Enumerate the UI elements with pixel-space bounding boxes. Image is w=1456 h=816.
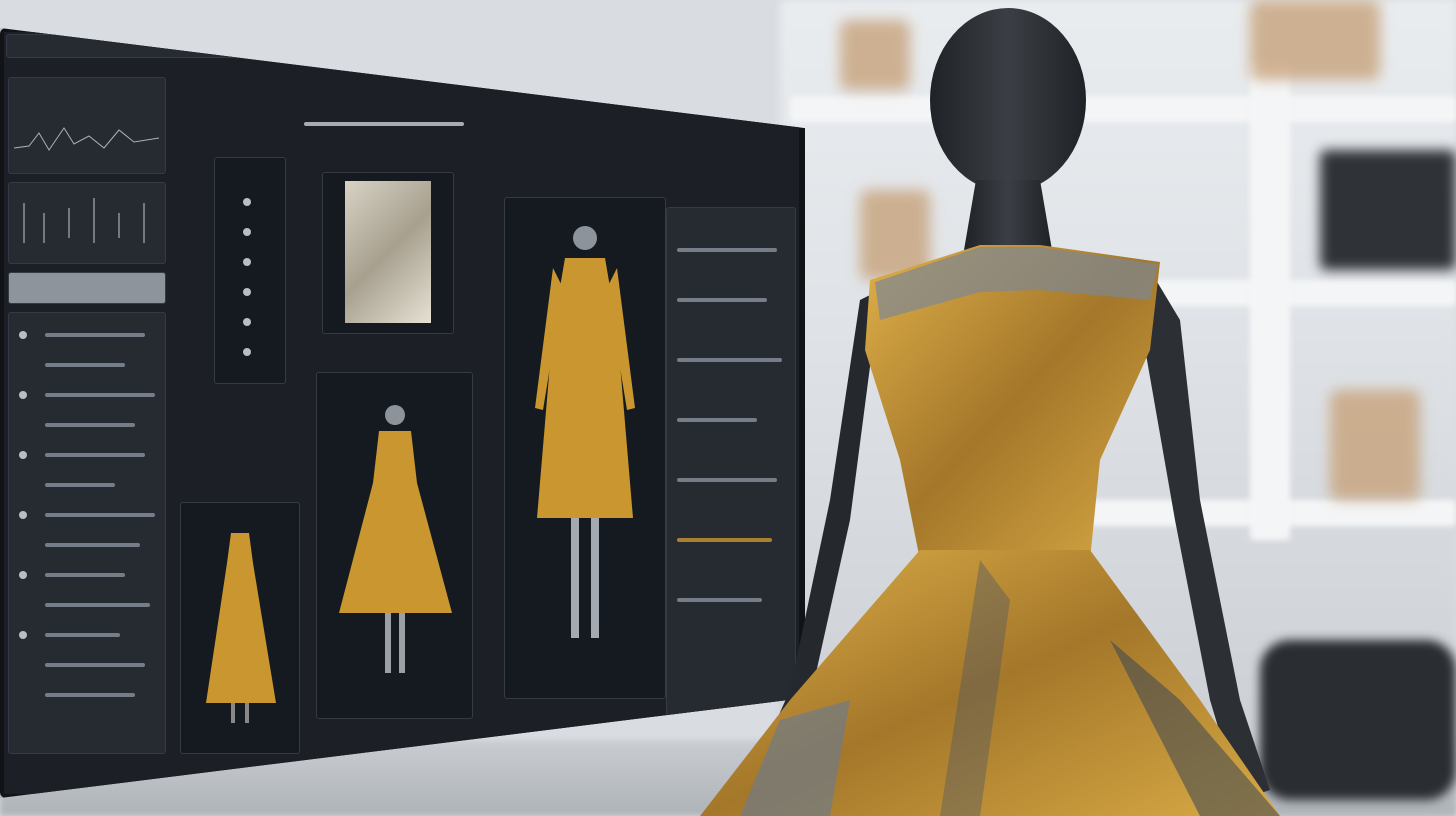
waveform-chart-icon bbox=[13, 127, 160, 151]
waveform-chart-icon bbox=[23, 198, 145, 243]
layer-list-panel[interactable] bbox=[8, 312, 166, 754]
dress-preview-large[interactable] bbox=[504, 197, 666, 699]
dress-preview-medium[interactable] bbox=[316, 372, 473, 719]
fabric-swatch-image bbox=[345, 181, 431, 323]
dress-icon bbox=[339, 405, 452, 673]
dress-icon bbox=[535, 226, 635, 638]
tool-palette[interactable] bbox=[214, 157, 286, 384]
mannequin-with-gold-dress bbox=[700, 8, 1280, 816]
dress-icon bbox=[206, 533, 276, 723]
toolbar-bar bbox=[304, 122, 464, 126]
mannequin-neck bbox=[964, 180, 1052, 250]
waveform-panel bbox=[8, 182, 166, 264]
storage-box bbox=[1330, 390, 1420, 500]
fabric-preview-panel[interactable] bbox=[322, 172, 454, 334]
waveform-panel bbox=[8, 77, 166, 174]
shelf-items bbox=[1320, 150, 1456, 270]
dress-preview-small[interactable] bbox=[180, 502, 300, 754]
mannequin-head bbox=[930, 8, 1086, 192]
photo-scene bbox=[0, 0, 1456, 816]
selected-row[interactable] bbox=[8, 272, 166, 304]
